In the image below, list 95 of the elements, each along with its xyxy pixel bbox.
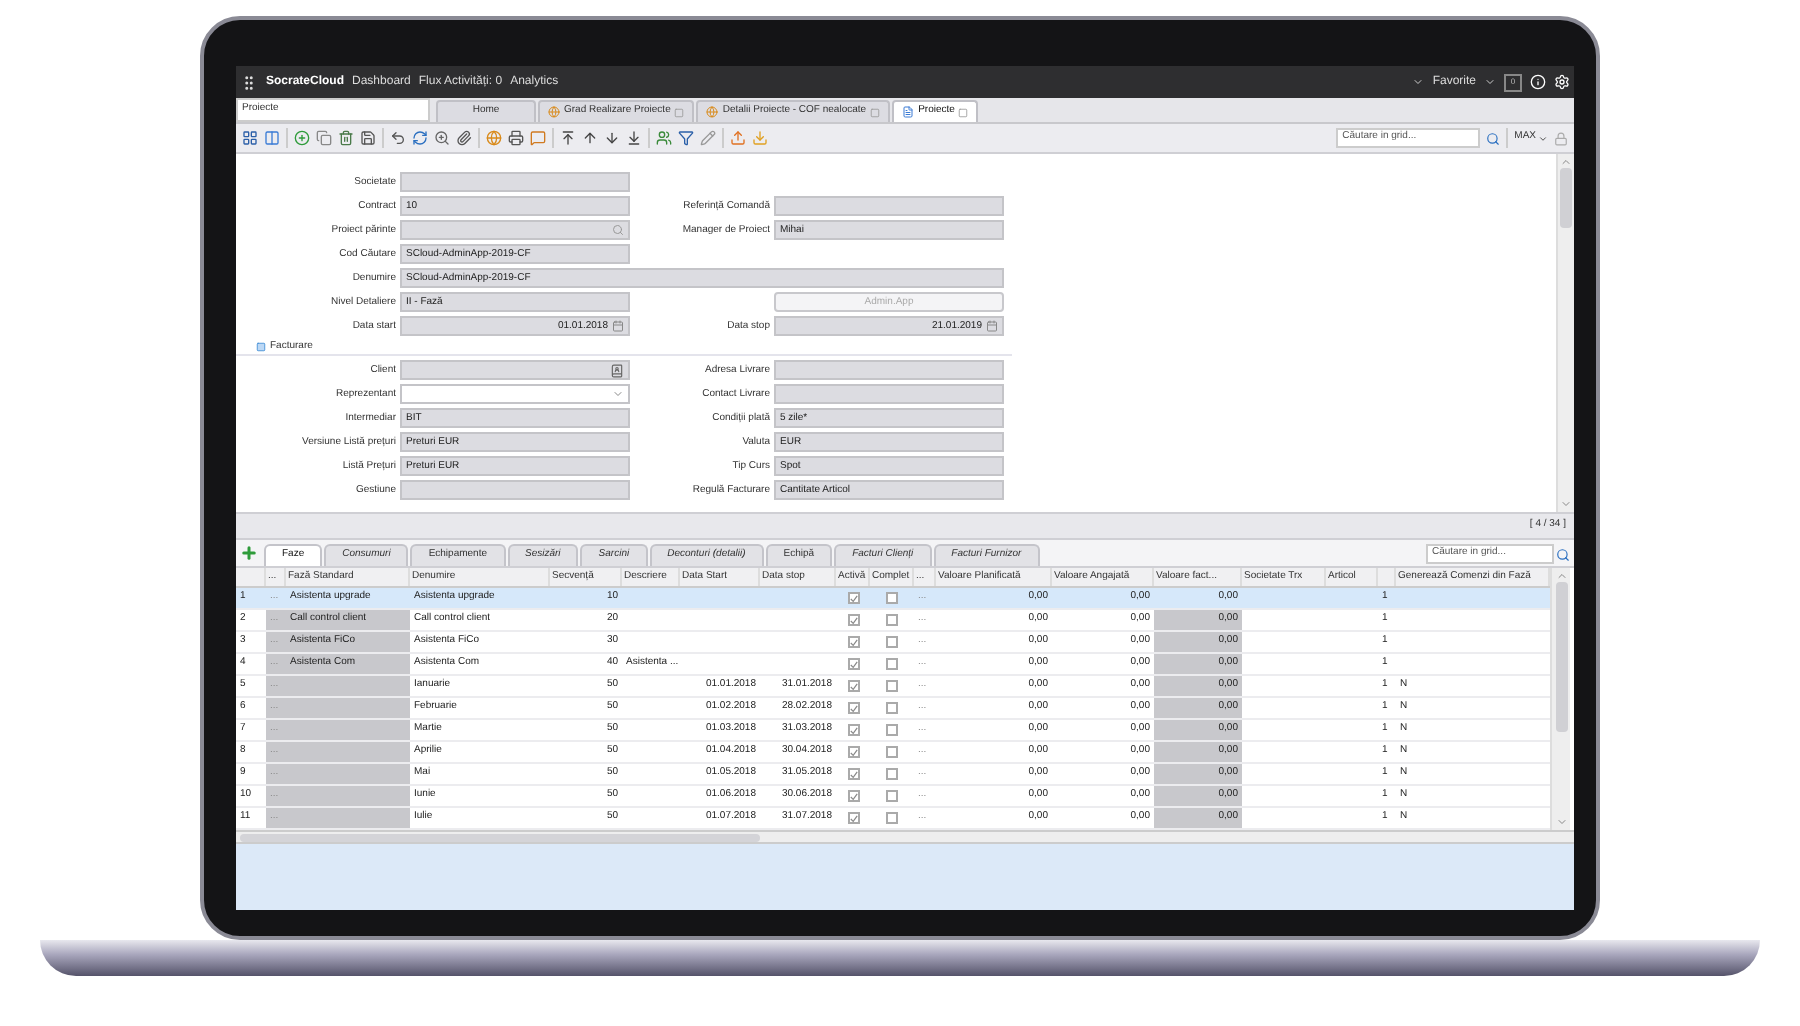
checkbox[interactable] <box>886 768 898 780</box>
checkbox[interactable] <box>886 724 898 736</box>
checkbox[interactable] <box>847 768 859 780</box>
chevron-down-icon[interactable] <box>612 388 624 400</box>
checkbox[interactable] <box>847 790 859 802</box>
move-last-icon[interactable] <box>626 130 642 146</box>
checkbox[interactable] <box>886 636 898 648</box>
checkbox[interactable] <box>886 702 898 714</box>
check-icon <box>849 813 857 823</box>
checkbox[interactable] <box>847 724 859 736</box>
check-icon <box>849 747 857 757</box>
zoom-icon[interactable] <box>434 130 450 146</box>
calendar-icon[interactable] <box>612 320 624 332</box>
undo-icon[interactable] <box>390 130 406 146</box>
scrollbar-thumb[interactable] <box>1555 582 1567 732</box>
add-icon[interactable] <box>294 130 310 146</box>
check-icon <box>849 703 857 713</box>
users-icon[interactable] <box>656 130 672 146</box>
check-icon <box>849 791 857 801</box>
calendar-icon[interactable] <box>986 320 998 332</box>
section-toggle-icon[interactable] <box>256 342 266 352</box>
scroll-up-icon[interactable] <box>1560 156 1572 168</box>
text-field[interactable] <box>400 360 630 380</box>
checkbox[interactable] <box>886 658 898 670</box>
checkbox[interactable] <box>886 592 898 604</box>
dropdown-field[interactable] <box>400 384 630 404</box>
contact-book-icon[interactable] <box>610 363 624 377</box>
print-icon[interactable] <box>508 130 524 146</box>
text-field[interactable] <box>400 220 630 240</box>
attachment-icon[interactable] <box>456 130 472 146</box>
globe-icon[interactable] <box>486 130 502 146</box>
search-icon[interactable] <box>1486 131 1501 145</box>
move-down-icon[interactable] <box>604 130 620 146</box>
globe-icon <box>706 106 719 118</box>
checkbox[interactable] <box>847 746 859 758</box>
checkbox[interactable] <box>847 614 859 626</box>
delete-icon[interactable] <box>338 130 354 146</box>
checkbox[interactable] <box>886 680 898 692</box>
check-icon <box>849 659 857 669</box>
check-icon <box>849 615 857 625</box>
horizontal-scrollbar[interactable] <box>236 830 1574 844</box>
checkbox[interactable] <box>886 790 898 802</box>
close-icon[interactable] <box>870 107 881 117</box>
save-icon[interactable] <box>360 130 376 146</box>
check-icon <box>849 725 857 735</box>
check-icon <box>849 681 857 691</box>
text-field[interactable] <box>400 480 630 500</box>
search-icon[interactable] <box>1556 548 1570 562</box>
scroll-up-icon[interactable] <box>1555 570 1567 582</box>
text-field[interactable] <box>400 172 630 192</box>
grip-icon[interactable] <box>240 73 258 91</box>
copy-icon[interactable] <box>316 130 332 146</box>
chevron-down-icon[interactable] <box>1484 76 1496 88</box>
vertical-scrollbar[interactable] <box>1556 154 1574 512</box>
filter-icon[interactable] <box>678 130 694 146</box>
checkbox[interactable] <box>886 812 898 824</box>
chevron-down-icon <box>1538 133 1548 143</box>
grid-view-icon[interactable] <box>242 130 258 146</box>
refresh-icon[interactable] <box>412 130 428 146</box>
scrollbar-thumb[interactable] <box>240 833 760 841</box>
scroll-down-icon[interactable] <box>1560 498 1572 510</box>
download-icon[interactable] <box>752 130 768 146</box>
lock-icon[interactable] <box>1554 131 1568 145</box>
scrollbar-thumb[interactable] <box>1560 168 1572 228</box>
comment-icon[interactable] <box>530 130 546 146</box>
check-icon <box>849 769 857 779</box>
text-field[interactable] <box>774 384 1004 404</box>
close-icon[interactable] <box>958 107 969 117</box>
checkbox[interactable] <box>847 636 859 648</box>
move-first-icon[interactable] <box>560 130 576 146</box>
checkbox[interactable] <box>847 702 859 714</box>
search-icon[interactable] <box>612 224 624 236</box>
text-field[interactable] <box>774 360 1004 380</box>
checkbox[interactable] <box>847 658 859 670</box>
vertical-scrollbar[interactable] <box>1550 568 1570 830</box>
upload-icon[interactable] <box>730 130 746 146</box>
scroll-down-icon[interactable] <box>1555 816 1567 828</box>
document-icon <box>902 106 915 118</box>
edit-icon[interactable] <box>700 130 716 146</box>
move-up-icon[interactable] <box>582 130 598 146</box>
text-field[interactable] <box>774 196 1004 216</box>
checkbox[interactable] <box>847 592 859 604</box>
checkbox[interactable] <box>847 812 859 824</box>
checkbox[interactable] <box>886 746 898 758</box>
check-icon <box>849 593 857 603</box>
chevron-down-icon[interactable] <box>1412 76 1425 88</box>
columns-icon[interactable] <box>264 130 280 146</box>
add-icon[interactable] <box>240 544 258 562</box>
close-icon[interactable] <box>674 107 685 117</box>
checkbox[interactable] <box>847 680 859 692</box>
checkbox[interactable] <box>886 614 898 626</box>
check-icon <box>849 637 857 647</box>
info-icon[interactable] <box>1530 74 1546 90</box>
globe-icon <box>548 106 560 118</box>
settings-icon[interactable] <box>1554 74 1570 90</box>
